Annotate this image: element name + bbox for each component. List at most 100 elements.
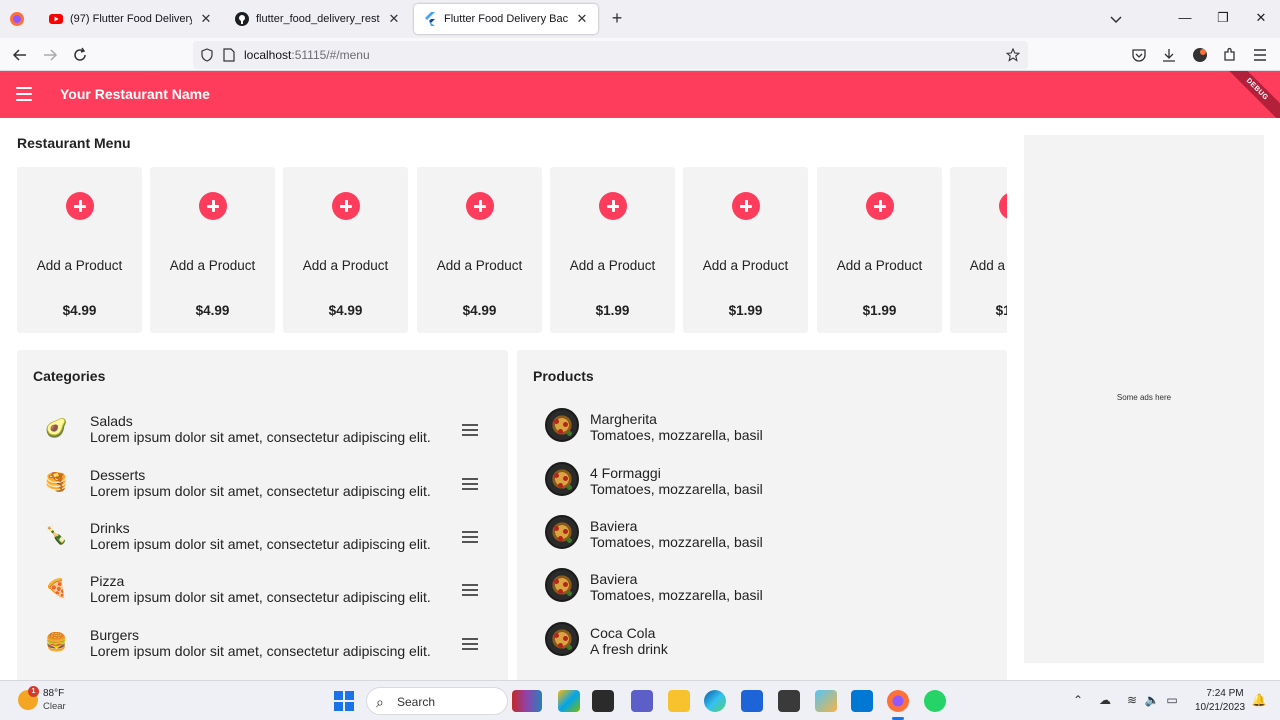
task-view-icon[interactable]: [592, 690, 614, 712]
download-icon[interactable]: [1160, 46, 1178, 64]
add-circle-icon[interactable]: [866, 192, 894, 220]
category-description: Lorem ipsum dolor sit amet, consectetur …: [90, 483, 431, 499]
hamburger-menu-icon[interactable]: [1251, 46, 1269, 64]
store-icon[interactable]: [741, 690, 763, 712]
category-row[interactable]: 🍔 Burgers Lorem ipsum dolor sit amet, co…: [17, 624, 508, 674]
edge-icon[interactable]: [704, 690, 726, 712]
new-tab-button[interactable]: +: [606, 8, 628, 30]
category-name: Drinks: [90, 520, 130, 536]
add-product-card[interactable]: Add a Product $1.99: [817, 167, 942, 333]
drawer-menu-icon[interactable]: [16, 87, 32, 101]
product-row[interactable]: Baviera Tomatoes, mozzarella, basil: [517, 568, 1007, 618]
url-text[interactable]: localhost:51115/#/menu: [244, 48, 370, 62]
maximize-button[interactable]: ❐: [1208, 6, 1238, 30]
app-icon[interactable]: [815, 690, 837, 712]
windows-start-icon[interactable]: [334, 691, 354, 711]
category-row[interactable]: 🥞 Desserts Lorem ipsum dolor sit amet, c…: [17, 464, 508, 514]
chevron-up-icon[interactable]: ⌃: [1070, 693, 1086, 709]
pizza-thumbnail: [545, 568, 579, 602]
add-circle-icon[interactable]: [199, 192, 227, 220]
weather-temperature[interactable]: 88°F: [43, 688, 64, 699]
app-icon[interactable]: [778, 690, 800, 712]
product-cards-row[interactable]: Add a Product $4.99 Add a Product $4.99 …: [17, 167, 1007, 333]
drag-handle-icon[interactable]: [462, 478, 478, 490]
copilot-icon[interactable]: [558, 690, 580, 712]
add-product-card[interactable]: Add a Product $4.99: [283, 167, 408, 333]
teams-chat-icon[interactable]: [631, 690, 653, 712]
drag-handle-icon[interactable]: [462, 424, 478, 436]
add-product-card[interactable]: Add a Product $4.99: [17, 167, 142, 333]
product-description: Tomatoes, mozzarella, basil: [590, 481, 763, 497]
tab-youtube[interactable]: (97) Flutter Food Delivery App ✕: [40, 4, 222, 34]
extensions-icon[interactable]: [1221, 46, 1239, 64]
categories-panel: Categories 🥑 Salads Lorem ipsum dolor si…: [17, 350, 508, 680]
drag-handle-icon[interactable]: [462, 584, 478, 596]
battery-icon[interactable]: ▭: [1164, 693, 1180, 709]
taskbar-search[interactable]: ⌕ Search: [366, 687, 508, 715]
card-price: $4.99: [462, 303, 497, 318]
card-price: $1.99: [595, 303, 630, 318]
file-explorer-icon[interactable]: [668, 690, 690, 712]
card-label: Add a Product: [836, 258, 923, 273]
product-row[interactable]: Margherita Tomatoes, mozzarella, basil: [517, 408, 1007, 458]
category-icon: 🥞: [45, 472, 68, 492]
add-circle-icon[interactable]: [599, 192, 627, 220]
tab-flutter-backend[interactable]: Flutter Food Delivery Backend ✕: [414, 4, 598, 34]
minimize-button[interactable]: —: [1170, 6, 1200, 30]
back-arrow-icon[interactable]: [8, 43, 32, 67]
add-product-card[interactable]: Add a Product $4.99: [417, 167, 542, 333]
category-row[interactable]: 🥑 Salads Lorem ipsum dolor sit amet, con…: [17, 410, 508, 460]
widgets-app-icon[interactable]: [512, 690, 542, 712]
account-sync-icon[interactable]: [1191, 46, 1209, 64]
categories-title: Categories: [33, 368, 106, 384]
clock-time[interactable]: 7:24 PM: [1200, 688, 1250, 699]
forward-arrow-icon[interactable]: [38, 43, 62, 67]
add-product-card[interactable]: Add a Product $4.99: [150, 167, 275, 333]
main-content: Restaurant Menu Add a Product $4.99 Add …: [0, 118, 1280, 680]
product-row[interactable]: Baviera Tomatoes, mozzarella, basil: [517, 515, 1007, 565]
add-circle-icon[interactable]: [466, 192, 494, 220]
volume-icon[interactable]: 🔈: [1144, 693, 1160, 709]
weather-description[interactable]: Clear: [43, 701, 66, 712]
notification-bell-icon[interactable]: 🔔: [1251, 693, 1267, 709]
chevron-down-icon[interactable]: [1106, 9, 1126, 29]
close-icon[interactable]: ✕: [386, 11, 402, 27]
onedrive-icon[interactable]: ☁: [1097, 693, 1113, 709]
product-name: Baviera: [590, 571, 638, 587]
tab-github[interactable]: flutter_food_delivery_restaurant ✕: [226, 4, 410, 34]
close-icon[interactable]: ✕: [198, 11, 214, 27]
github-icon: [234, 11, 250, 27]
drag-handle-icon[interactable]: [462, 638, 478, 650]
clock-date[interactable]: 10/21/2023: [1190, 702, 1250, 713]
card-price: $1.99: [862, 303, 897, 318]
add-circle-icon[interactable]: [332, 192, 360, 220]
wifi-icon[interactable]: ≋: [1124, 693, 1140, 709]
close-icon[interactable]: ✕: [574, 11, 590, 27]
add-circle-icon[interactable]: [999, 192, 1007, 220]
reload-icon[interactable]: [68, 43, 92, 67]
product-row[interactable]: Coca Cola A fresh drink: [517, 622, 1007, 672]
category-row[interactable]: 🍾 Drinks Lorem ipsum dolor sit amet, con…: [17, 517, 508, 567]
category-row[interactable]: 🍕 Pizza Lorem ipsum dolor sit amet, cons…: [17, 570, 508, 620]
bookmark-star-icon[interactable]: [1005, 47, 1021, 63]
add-circle-icon[interactable]: [732, 192, 760, 220]
drag-handle-icon[interactable]: [462, 531, 478, 543]
whatsapp-icon[interactable]: [924, 690, 946, 712]
shield-icon[interactable]: [199, 47, 215, 63]
url-bar[interactable]: localhost:51115/#/menu: [193, 41, 1028, 69]
add-product-card[interactable]: Add a Product $1.99: [683, 167, 808, 333]
add-product-card[interactable]: Add a Product $1.99: [950, 167, 1007, 333]
close-window-button[interactable]: ✕: [1246, 6, 1276, 30]
pocket-icon[interactable]: [1130, 46, 1148, 64]
taskbar: 1 88°F Clear ⌕ Search ⌃ ☁ ≋ 🔈 ▭ 7:24 PM …: [0, 680, 1280, 720]
firefox-icon[interactable]: [887, 690, 909, 712]
tab-label: Flutter Food Delivery Backend: [444, 13, 568, 25]
card-label: Add a Product: [569, 258, 656, 273]
debug-banner: DEBUG: [1220, 71, 1280, 118]
vscode-icon[interactable]: [851, 690, 873, 712]
add-product-card[interactable]: Add a Product $1.99: [550, 167, 675, 333]
page-icon[interactable]: [221, 47, 237, 63]
firefox-view-icon[interactable]: [6, 8, 28, 30]
add-circle-icon[interactable]: [66, 192, 94, 220]
product-row[interactable]: 4 Formaggi Tomatoes, mozzarella, basil: [517, 462, 1007, 512]
